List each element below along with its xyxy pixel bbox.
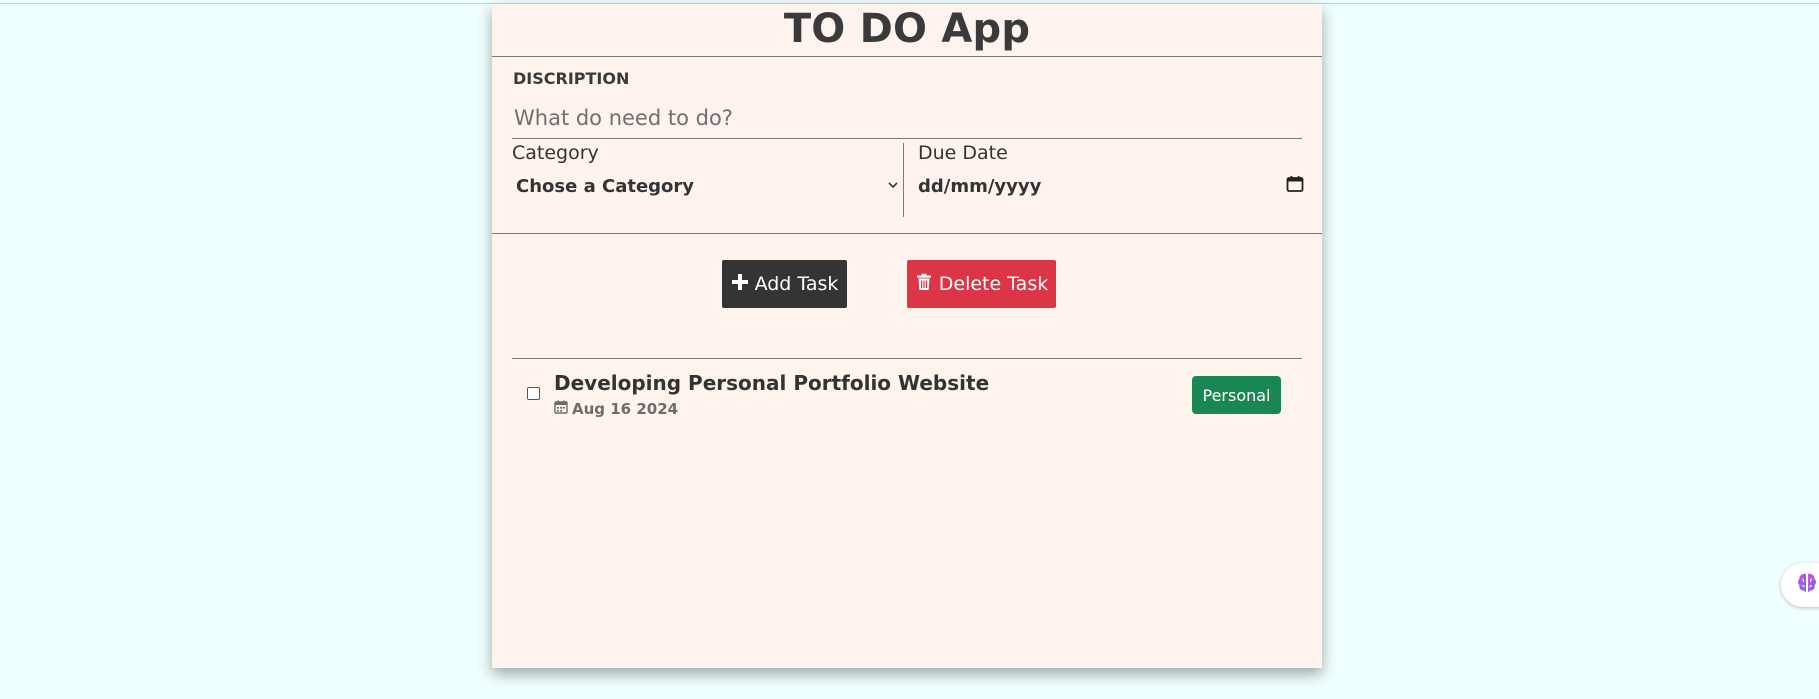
app-title: TO DO App [783,6,1031,52]
calendar-picker-icon[interactable] [1286,175,1306,198]
form-divider [492,233,1322,234]
floating-assistant-button[interactable] [1781,563,1819,607]
delete-task-button[interactable]: Delete Task [907,260,1056,308]
category-badge: Personal [1192,376,1281,414]
description-underline [512,138,1302,139]
trash-icon [915,273,933,296]
task-checkbox[interactable] [527,387,540,400]
task-date-text: Aug 16 2024 [572,400,679,418]
delete-task-label: Delete Task [938,273,1049,295]
plus-icon [731,273,749,296]
due-date-label: Due Date [918,142,1008,164]
due-date-input[interactable]: dd/mm/yyyy [918,172,1306,200]
calendar-icon [554,400,568,418]
description-input[interactable] [512,101,1296,135]
field-divider [903,143,904,217]
add-task-label: Add Task [754,273,839,295]
due-date-value: dd/mm/yyyy [918,175,1042,197]
task-title: Developing Personal Portfolio Website [554,371,990,395]
category-select-value: Chose a Category [516,175,695,197]
title-divider [492,56,1322,57]
todo-card: TO DO App DISCRIPTION Category Due Date … [492,4,1322,668]
brain-icon [1795,571,1819,599]
task-item: Developing Personal Portfolio Website Au… [512,362,1302,424]
category-label: Category [512,142,599,164]
task-list-divider [512,358,1302,359]
chevron-down-icon [888,178,900,194]
category-select[interactable]: Chose a Category [512,172,900,200]
add-task-button[interactable]: Add Task [722,260,847,308]
description-label: DISCRIPTION [513,69,630,88]
task-date: Aug 16 2024 [554,400,678,418]
